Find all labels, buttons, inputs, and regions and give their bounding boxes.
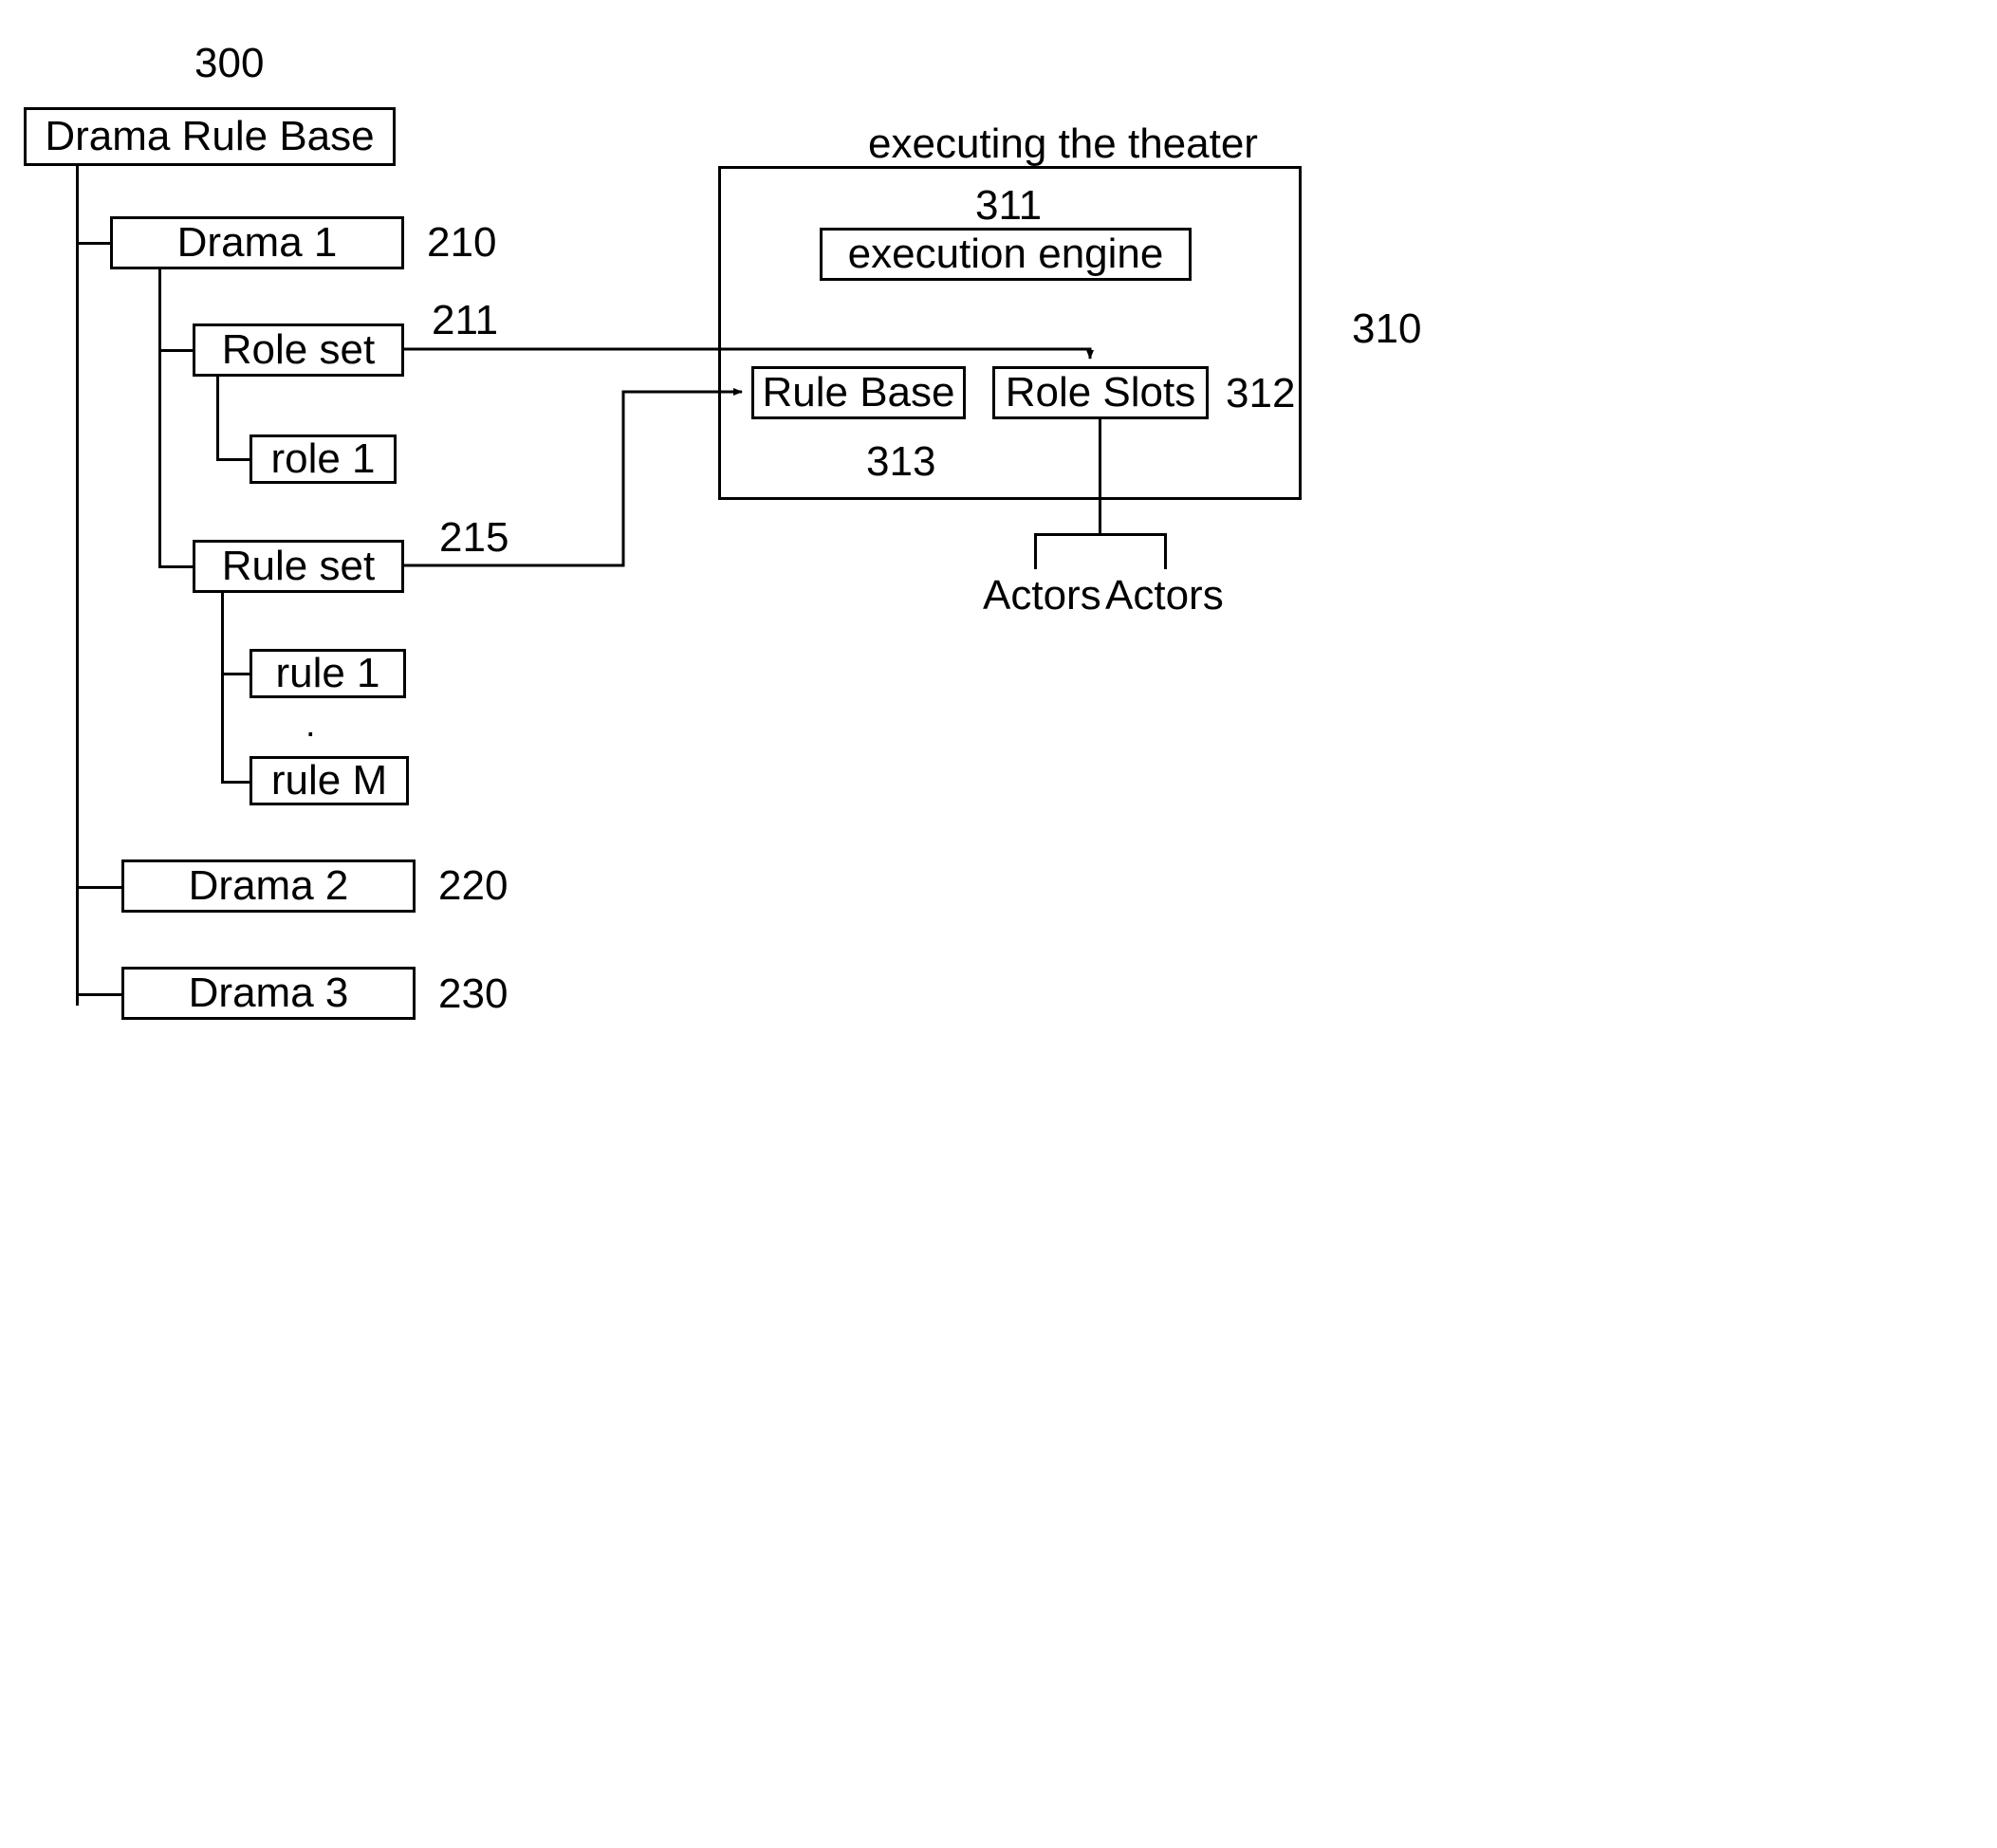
actors-left-drop-line xyxy=(1034,533,1037,569)
connector-drama1 xyxy=(76,242,110,245)
connector-drama2 xyxy=(76,886,121,889)
root-trunk-line xyxy=(76,166,79,1006)
ref-number-230: 230 xyxy=(438,970,508,1017)
drama-2-box: Drama 2 xyxy=(121,859,416,913)
ref-number-215: 215 xyxy=(439,514,509,561)
role-set-box: Role set xyxy=(193,323,404,377)
role-slots-to-actors-line xyxy=(1099,419,1101,533)
figure-canvas: 300 Drama Rule Base Drama 1 210 Role set… xyxy=(0,0,1997,1848)
actors-right-drop-line xyxy=(1164,533,1167,569)
connector-rule-m xyxy=(221,781,250,784)
rule-set-trunk-line xyxy=(221,593,224,781)
ref-number-310: 310 xyxy=(1352,305,1422,352)
ref-number-210: 210 xyxy=(427,219,497,266)
connector-rule-1 xyxy=(221,673,250,675)
ref-number-311: 311 xyxy=(975,182,1043,229)
ref-number-211: 211 xyxy=(432,297,499,343)
rule-base-box: Rule Base xyxy=(751,366,966,419)
executing-the-theater-title: executing the theater xyxy=(868,120,1258,167)
role-set-trunk-line xyxy=(216,377,219,458)
execution-engine-box: execution engine xyxy=(820,228,1192,281)
drama-3-box: Drama 3 xyxy=(121,967,416,1020)
rule-1-box: rule 1 xyxy=(250,649,406,698)
connector-role-1 xyxy=(216,458,250,461)
actors-bar-line xyxy=(1034,533,1167,536)
ref-number-312: 312 xyxy=(1226,370,1296,416)
ref-number-313: 313 xyxy=(866,438,936,485)
role-slots-box: Role Slots xyxy=(992,366,1209,419)
drama1-trunk-line xyxy=(158,269,161,568)
rule-list-ellipsis: . xyxy=(305,705,316,745)
actors-right-label: Actors xyxy=(1105,572,1224,619)
ref-number-220: 220 xyxy=(438,862,508,909)
ref-number-300: 300 xyxy=(194,40,265,86)
drama-rule-base-box: Drama Rule Base xyxy=(24,107,396,166)
drama-1-box: Drama 1 xyxy=(110,216,404,269)
connector-drama3 xyxy=(76,993,121,996)
connector-role-set xyxy=(158,349,193,352)
rule-set-box: Rule set xyxy=(193,540,404,593)
rule-m-box: rule M xyxy=(250,756,409,805)
connector-rule-set xyxy=(158,565,193,568)
role-1-box: role 1 xyxy=(250,434,397,484)
actors-left-label: Actors xyxy=(983,572,1101,619)
